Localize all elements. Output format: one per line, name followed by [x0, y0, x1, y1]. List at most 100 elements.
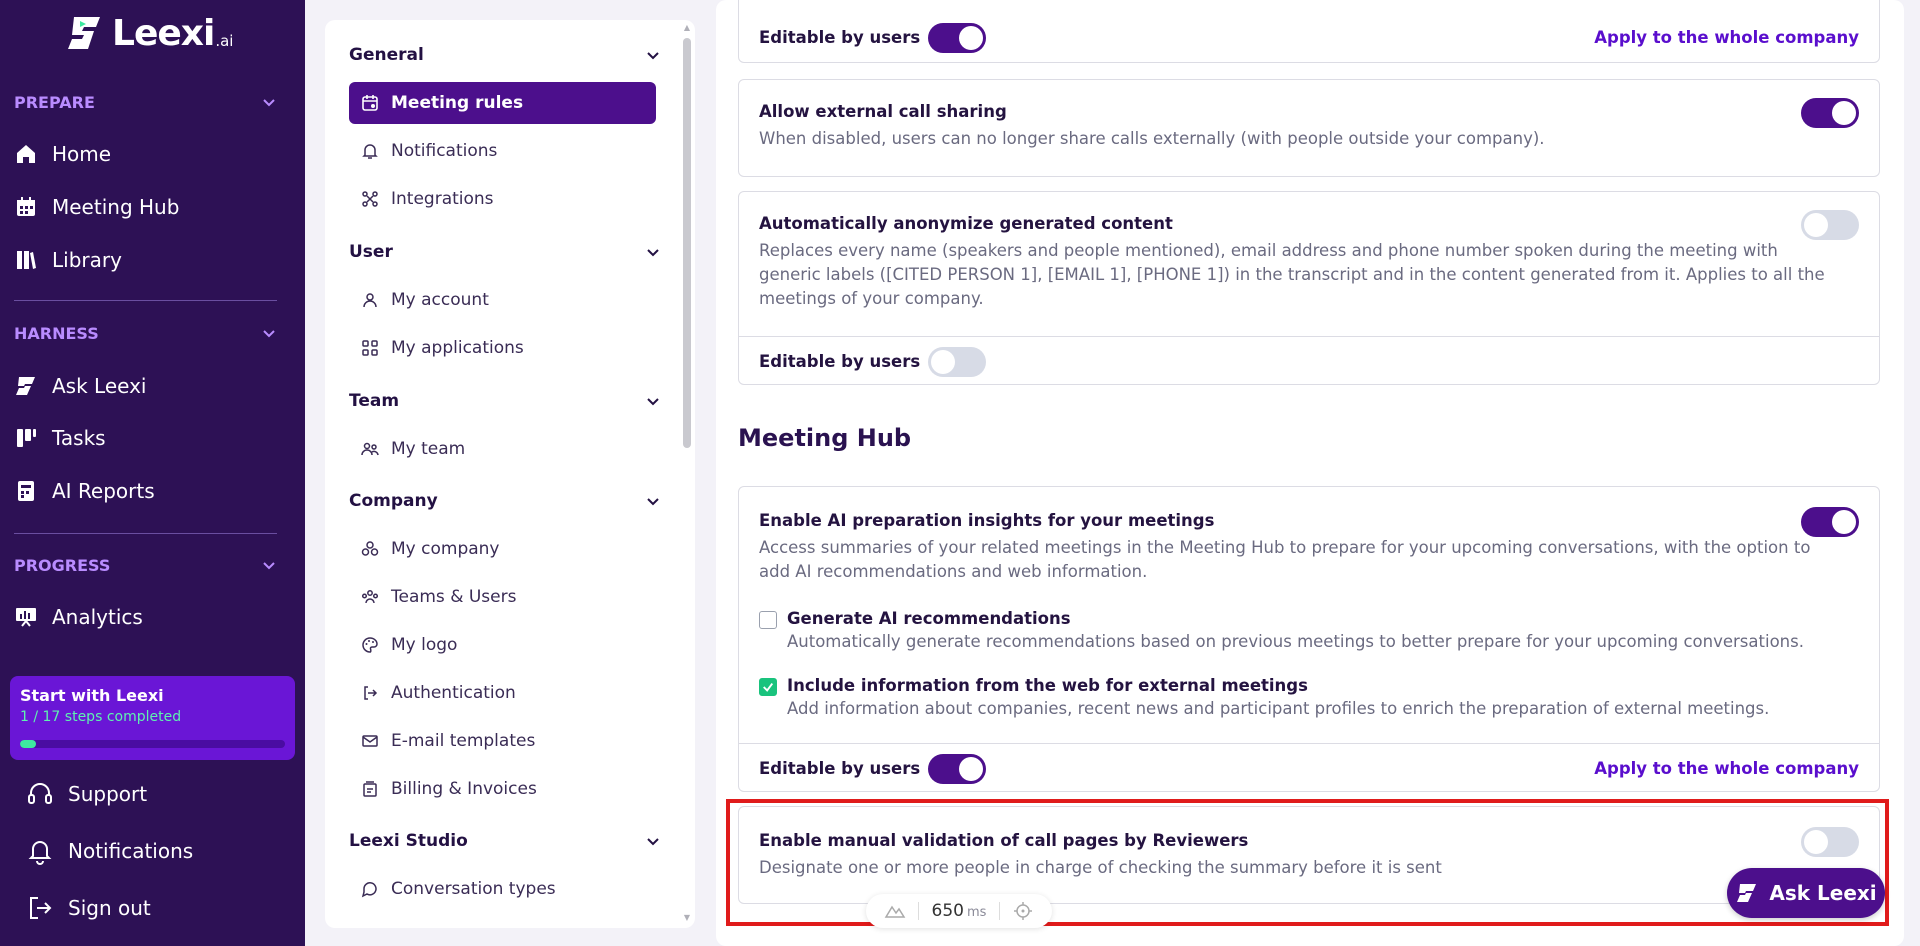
option-web-information[interactable]: Include information from the web for ext… [759, 676, 1769, 718]
editable-by-users-row: Editable by users [759, 346, 987, 377]
editable-toggle[interactable] [928, 346, 987, 377]
bell-icon [362, 144, 378, 159]
section-progress[interactable]: PROGRESS [14, 554, 276, 576]
onboarding-steps: 1 / 17 steps completed [20, 709, 182, 725]
option-title: Include information from the web for ext… [787, 676, 1308, 695]
settings-nav: General Meeting rules Notifications Inte… [325, 20, 695, 928]
web-information-checkbox[interactable] [759, 678, 777, 696]
settings-item-my-account[interactable]: My account [349, 279, 656, 321]
crosshair-icon[interactable] [1012, 900, 1034, 922]
divider [918, 902, 920, 920]
mountain-icon [884, 905, 906, 918]
divider [998, 902, 1000, 920]
teams-users-icon [361, 590, 379, 604]
setting-description: Access summaries of your related meeting… [759, 538, 1811, 581]
sidebar-item-library[interactable]: Library [14, 240, 122, 280]
sidebar-item-ai-reports[interactable]: AI Reports [14, 471, 155, 511]
sidebar-divider [14, 300, 277, 301]
chevron-down-icon [647, 838, 659, 846]
chevron-down-icon [647, 498, 659, 506]
sidebar-item-meeting-hub[interactable]: Meeting Hub [14, 187, 179, 227]
settings-item-my-team[interactable]: My team [349, 428, 656, 470]
section-label: HARNESS [14, 323, 99, 343]
onboarding-progress-bar [20, 740, 285, 748]
settings-scrollbar[interactable] [683, 38, 691, 448]
option-ai-recommendations[interactable]: Generate AI recommendations Automaticall… [759, 609, 1804, 651]
check-icon [763, 683, 774, 692]
apply-whole-company-link[interactable]: Apply to the whole company [1594, 759, 1859, 778]
settings-item-meeting-rules[interactable]: Meeting rules [349, 82, 656, 124]
manual-validation-toggle[interactable] [1801, 827, 1859, 857]
setting-title: Enable AI preparation insights for your … [759, 511, 1215, 530]
sidebar-item-tasks[interactable]: Tasks [14, 418, 106, 458]
option-text: Generate AI recommendations Automaticall… [787, 609, 1804, 651]
settings-item-email-templates[interactable]: E-mail templates [349, 720, 656, 762]
card-footer: Editable by users Apply to the whole com… [739, 0, 1879, 64]
settings-group-team[interactable]: Team [349, 388, 661, 414]
auth-icon [364, 686, 378, 700]
anonymize-toggle[interactable] [1801, 210, 1859, 240]
settings-item-label: Notifications [391, 141, 498, 161]
brand-logo[interactable]: Leexi .ai [66, 12, 233, 54]
settings-item-label: My logo [391, 635, 458, 655]
tasks-icon [17, 429, 36, 447]
card-body: Enable manual validation of call pages b… [739, 807, 1879, 880]
external-sharing-toggle[interactable] [1801, 98, 1859, 128]
sidebar-item-label: Tasks [52, 426, 106, 450]
notifications-link[interactable]: Notifications [26, 831, 193, 871]
setting-title: Allow external call sharing [759, 102, 1007, 121]
sidebar-item-analytics[interactable]: Analytics [14, 597, 143, 637]
settings-item-notifications[interactable]: Notifications [349, 130, 656, 172]
settings-item-label: Conversation types [391, 879, 556, 899]
group-label: General [349, 45, 424, 65]
palette-icon [362, 637, 378, 653]
chevron-down-icon [263, 330, 275, 338]
setting-description: Designate one or more people in charge o… [759, 858, 1442, 877]
settings-item-teams-users[interactable]: Teams & Users [349, 576, 656, 618]
settings-group-company[interactable]: Company [349, 488, 661, 514]
settings-item-label: E-mail templates [391, 731, 536, 751]
settings-item-integrations[interactable]: Integrations [349, 178, 656, 220]
onboarding-card[interactable]: Start with Leexi 1 / 17 steps completed [10, 676, 295, 760]
apps-icon [362, 340, 378, 356]
settings-item-label: Teams & Users [391, 587, 517, 607]
card-body: Enable AI preparation insights for your … [739, 487, 1879, 743]
settings-group-leexi-studio[interactable]: Leexi Studio [349, 828, 661, 854]
section-harness[interactable]: HARNESS [14, 322, 276, 344]
settings-group-general[interactable]: General [349, 42, 661, 68]
sidebar-item-ask-leexi[interactable]: Ask Leexi [14, 366, 146, 406]
editable-label: Editable by users [759, 352, 921, 371]
headset-icon [28, 783, 52, 804]
settings-item-billing-invoices[interactable]: Billing & Invoices [349, 768, 656, 810]
apply-whole-company-link[interactable]: Apply to the whole company [1594, 28, 1859, 47]
section-label: PROGRESS [14, 555, 111, 575]
meeting-hub-heading: Meeting Hub [738, 424, 912, 452]
toggle-knob [1832, 101, 1856, 125]
settings-item-my-logo[interactable]: My logo [349, 624, 656, 666]
scroll-down-arrow[interactable]: ▼ [683, 914, 691, 922]
chevron-down-icon [263, 562, 275, 570]
settings-item-authentication[interactable]: Authentication [349, 672, 656, 714]
report-icon [18, 481, 34, 501]
leexi-icon [16, 377, 35, 395]
scroll-up-arrow[interactable]: ▲ [683, 24, 691, 32]
bell-icon [28, 841, 52, 865]
ai-recommendations-checkbox[interactable] [759, 611, 777, 629]
settings-item-my-company[interactable]: My company [349, 528, 656, 570]
editable-toggle[interactable] [928, 22, 987, 53]
company-icon [361, 541, 379, 556]
sign-out-link[interactable]: Sign out [26, 888, 151, 928]
calendar-rules-icon [362, 95, 378, 111]
editable-toggle[interactable] [928, 753, 987, 784]
support-link[interactable]: Support [26, 774, 147, 814]
section-prepare[interactable]: PREPARE [14, 91, 276, 113]
settings-item-my-applications[interactable]: My applications [349, 327, 656, 369]
settings-group-user[interactable]: User [349, 239, 661, 265]
ai-insights-toggle[interactable] [1801, 507, 1859, 537]
sidebar-item-home[interactable]: Home [14, 134, 111, 174]
group-label: Team [349, 391, 400, 411]
sign-out-label: Sign out [68, 896, 151, 920]
settings-item-conversation-types[interactable]: Conversation types [349, 868, 656, 910]
ask-leexi-button[interactable]: Ask Leexi [1727, 868, 1885, 918]
chevron-down-icon [647, 249, 659, 257]
